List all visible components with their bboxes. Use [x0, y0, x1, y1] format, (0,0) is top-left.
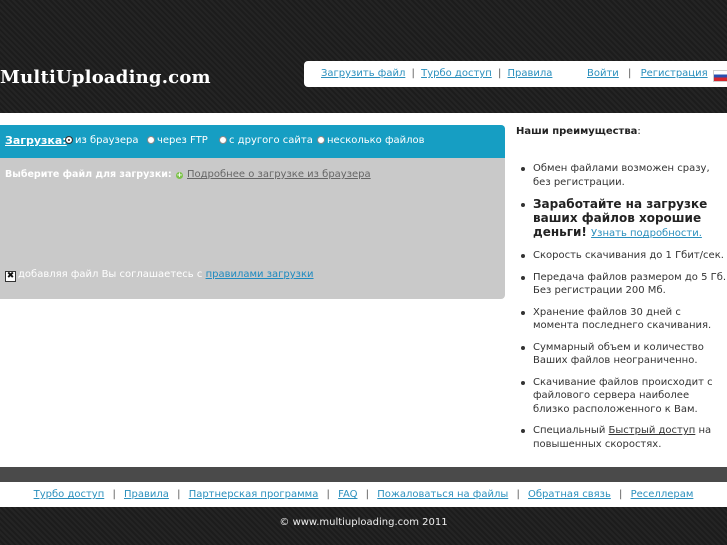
radio-label: с другого сайта	[229, 135, 313, 146]
radio-label: из браузера	[75, 135, 139, 146]
radio-other-site[interactable]: с другого сайта	[219, 135, 313, 146]
radio-icon	[317, 136, 325, 144]
plus-icon: +	[176, 171, 183, 179]
nav-separator: |	[628, 68, 632, 79]
choose-file-label: Выберите файл для загрузки:	[5, 169, 172, 180]
upload-rules-link[interactable]: правилами загрузки	[206, 269, 314, 280]
turbo-access-link[interactable]: Быстрый доступ	[609, 425, 696, 436]
russian-flag-icon[interactable]	[713, 70, 727, 82]
footer-separator: |	[619, 489, 623, 500]
more-info: + Подробнее о загрузке из браузера	[176, 169, 371, 180]
radio-multiple-files[interactable]: несколько файлов	[317, 135, 425, 146]
footer-bottom: © www.multiuploading.com 2011	[0, 507, 727, 545]
nav-login[interactable]: Войти	[587, 68, 619, 79]
radio-icon	[219, 136, 227, 144]
agree-checkbox[interactable]: ✖	[5, 271, 16, 282]
upload-mode-bar: Загрузка: из браузера через FTP с другог…	[0, 125, 505, 158]
radio-browser[interactable]: из браузера	[65, 135, 139, 146]
nav-separator: |	[411, 68, 415, 79]
list-item: Обмен файлами возможен сразу, без регист…	[521, 162, 727, 189]
copyright: © www.multiuploading.com 2011	[279, 517, 448, 528]
footer-partner-program[interactable]: Партнерская программа	[189, 489, 319, 500]
radio-label: несколько файлов	[327, 135, 425, 146]
top-nav-left: Загрузить файл | Турбо доступ | Правила	[321, 68, 552, 79]
site-logo[interactable]: MultiUploading.com	[0, 67, 211, 88]
radio-ftp[interactable]: через FTP	[147, 135, 208, 146]
footer-separator: |	[326, 489, 330, 500]
list-item: Суммарный объем и количество Ваших файло…	[521, 341, 727, 368]
header: MultiUploading.com Загрузить файл | Турб…	[0, 0, 727, 113]
nav-register[interactable]: Регистрация	[641, 68, 708, 79]
footer-faq[interactable]: FAQ	[338, 489, 357, 500]
list-item: Передача файлов размером до 5 Гб. Без ре…	[521, 271, 727, 296]
list-item: Скачивание файлов происходит с файлового…	[521, 376, 727, 417]
nav-turbo-access[interactable]: Турбо доступ	[421, 68, 492, 79]
top-nav: Загрузить файл | Турбо доступ | Правила …	[304, 61, 727, 87]
footer-turbo-access[interactable]: Турбо доступ	[34, 489, 105, 500]
footer-report-files[interactable]: Пожаловаться на файлы	[377, 489, 508, 500]
agree-terms: ✖ добавляя файл Вы соглашаетесь с правила…	[5, 269, 314, 282]
list-item: Скорость скачивания до 1 Гбит/сек.	[521, 249, 727, 263]
upload-panel: Загрузка: из браузера через FTP с другог…	[0, 125, 505, 299]
footer-rules[interactable]: Правила	[124, 489, 169, 500]
footer-separator: |	[177, 489, 181, 500]
nav-upload-file[interactable]: Загрузить файл	[321, 68, 405, 79]
footer-nav: Турбо доступ | Правила | Партнерская про…	[0, 482, 727, 507]
radio-selected-icon	[65, 136, 73, 144]
radio-icon	[147, 136, 155, 144]
top-nav-right: Войти | Регистрация	[587, 68, 708, 79]
footer-separator: |	[112, 489, 116, 500]
advantages-title: Наши преимущества:	[516, 126, 641, 137]
footer-feedback[interactable]: Обратная связь	[528, 489, 611, 500]
more-info-link[interactable]: Подробнее о загрузке из браузера	[187, 169, 371, 180]
earn-details-link[interactable]: Узнать подробности.	[591, 228, 702, 239]
agree-text: добавляя файл Вы соглашаетесь с	[18, 269, 203, 280]
radio-label: через FTP	[157, 135, 208, 146]
footer-separator: |	[516, 489, 520, 500]
list-item: Специальный Быстрый доступ на повышенных…	[521, 424, 727, 451]
nav-rules[interactable]: Правила	[508, 68, 553, 79]
nav-separator: |	[497, 68, 502, 79]
footer-resellers[interactable]: Реселлерам	[631, 489, 694, 500]
footer-separator: |	[365, 489, 370, 500]
upload-title: Загрузка:	[5, 134, 67, 147]
footer-divider	[0, 467, 727, 482]
advantages-list: Обмен файлами возможен сразу, без регист…	[521, 162, 727, 459]
list-item-earn: Заработайте на загрузке ваших файлов хор…	[521, 197, 727, 241]
list-item: Хранение файлов 30 дней с момента послед…	[521, 306, 727, 333]
